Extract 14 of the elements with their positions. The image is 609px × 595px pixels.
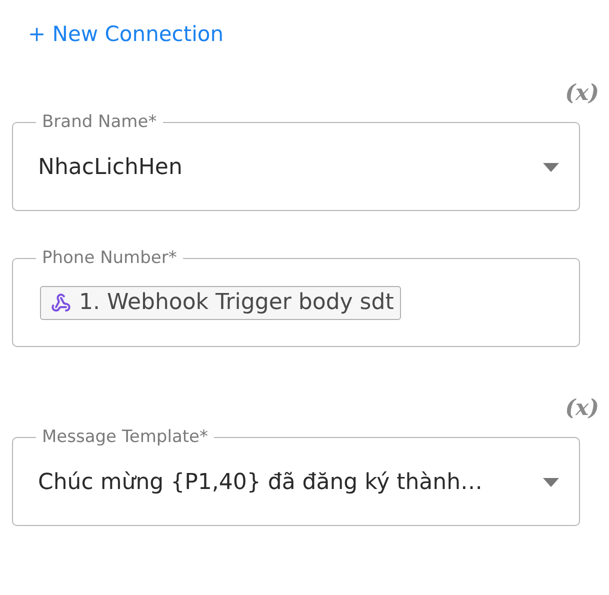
selected-value: NhacLichHen: [38, 154, 184, 180]
input-field[interactable]: Phone Number* 1. Webhook Trigger body sdt: [12, 248, 580, 347]
caret-icon: [543, 162, 559, 172]
webhook-icon: [51, 292, 71, 312]
variable-chip[interactable]: 1. Webhook Trigger body sdt: [40, 286, 401, 320]
field-label: Message Template*: [41, 427, 209, 447]
chip-text: 1. Webhook Trigger body sdt: [79, 290, 394, 315]
field-label: Phone Number*: [41, 248, 178, 268]
select-field[interactable]: Brand Name* NhacLichHen: [12, 112, 580, 211]
caret-icon: [543, 478, 559, 486]
selected-value: Chúc mừng {P1,40} đã đăng ký thành…: [38, 470, 484, 494]
select-field[interactable]: Message Template* Chúc mừng {P1,40} đã đăng ký thành…: [12, 427, 580, 526]
new-connection-link[interactable]: + New Connection: [28, 20, 224, 48]
field-label: Brand Name*: [41, 112, 158, 132]
